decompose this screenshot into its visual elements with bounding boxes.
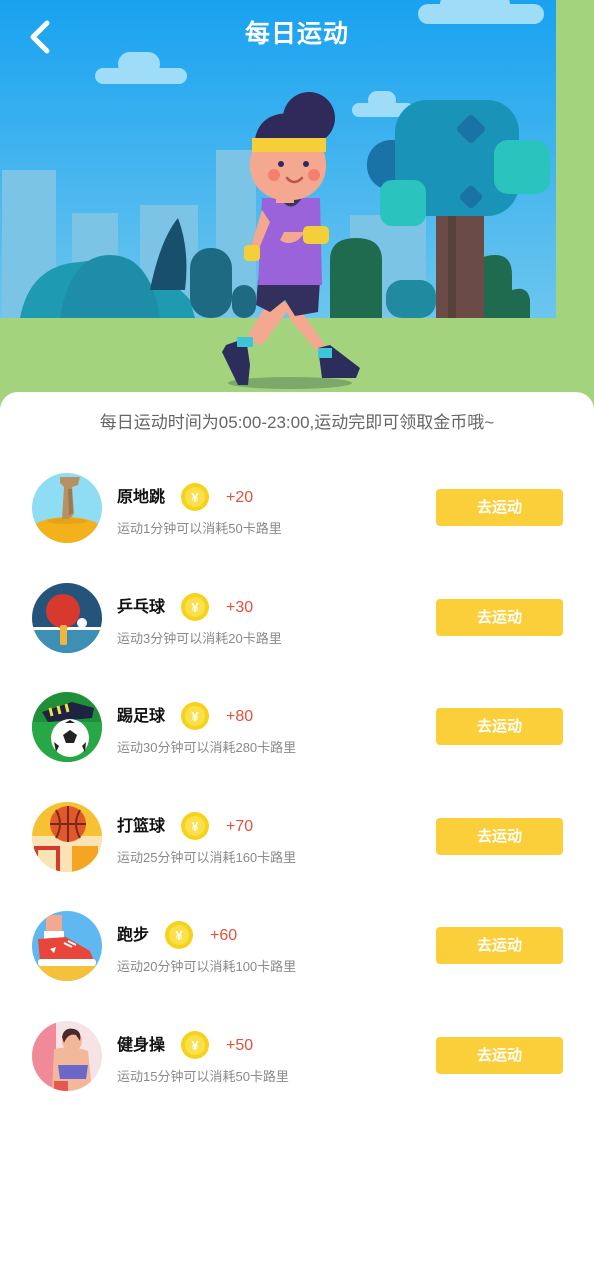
start-exercise-button[interactable]: 去运动 xyxy=(436,489,563,526)
svg-text:¥: ¥ xyxy=(191,709,199,724)
coin-reward: +80 xyxy=(226,708,254,726)
exercise-description: 运动25分钟可以消耗160卡路里 xyxy=(117,849,297,865)
coin-reward: +20 xyxy=(226,489,254,506)
coin-icon: ¥ xyxy=(165,921,193,950)
svg-text:¥: ¥ xyxy=(175,928,183,943)
start-exercise-button[interactable]: 去运动 xyxy=(436,927,563,965)
svg-text:¥: ¥ xyxy=(191,1038,199,1053)
exercise-description: 运动1分钟可以消耗50卡路里 xyxy=(117,521,282,536)
coin-icon: ¥ xyxy=(181,592,209,621)
coin-icon: ¥ xyxy=(181,702,209,731)
list-item: 踢足球 ¥ +80 运动30分钟可以消耗280卡路里 去运动 xyxy=(0,686,594,796)
svg-text:¥: ¥ xyxy=(191,819,199,834)
content-sheet: 每日运动时间为05:00-23:00,运动完即可领取金币哦~ 原地跳 ¥ +20… xyxy=(0,392,594,1280)
soccer-icon xyxy=(32,692,102,763)
list-item: 原地跳 ¥ +20 运动1分钟可以消耗50卡路里 去运动 xyxy=(0,467,594,577)
jump-rope-icon xyxy=(32,473,102,543)
basketball-icon xyxy=(32,801,102,872)
coin-icon: ¥ xyxy=(181,483,209,511)
ping-pong-icon xyxy=(32,582,102,653)
exercise-name: 打篮球 xyxy=(117,817,166,835)
start-exercise-button[interactable]: 去运动 xyxy=(436,598,563,636)
exercise-name: 乒乓球 xyxy=(117,598,166,616)
coin-icon: ¥ xyxy=(181,811,209,840)
exercise-list: 原地跳 ¥ +20 运动1分钟可以消耗50卡路里 去运动 乒乓球 ¥ +30 运… xyxy=(0,467,594,1125)
exercise-name: 踢足球 xyxy=(117,708,166,726)
exercise-name: 原地跳 xyxy=(117,489,166,506)
page-title: 每日运动 xyxy=(244,20,349,48)
exercise-name: 健身操 xyxy=(117,1036,166,1054)
coin-reward: +70 xyxy=(226,817,254,835)
exercise-description: 运动30分钟可以消耗280卡路里 xyxy=(117,740,297,756)
list-item: 跑步 ¥ +60 运动20分钟可以消耗100卡路里 去运动 xyxy=(0,905,594,1015)
exercise-time-notice: 每日运动时间为05:00-23:00,运动完即可领取金币哦~ xyxy=(99,413,495,432)
start-exercise-button[interactable]: 去运动 xyxy=(436,1036,563,1074)
coin-reward: +50 xyxy=(226,1036,254,1054)
exercise-description: 运动20分钟可以消耗100卡路里 xyxy=(117,959,297,975)
list-item: 健身操 ¥ +50 运动15分钟可以消耗50卡路里 去运动 xyxy=(0,1015,594,1125)
list-item: 乒乓球 ¥ +30 运动3分钟可以消耗20卡路里 去运动 xyxy=(0,577,594,687)
start-exercise-button[interactable]: 去运动 xyxy=(436,708,563,746)
start-exercise-button[interactable]: 去运动 xyxy=(436,817,563,855)
running-shoe-icon xyxy=(32,911,102,982)
exercise-name: 跑步 xyxy=(117,927,150,945)
list-item: 打篮球 ¥ +70 运动25分钟可以消耗160卡路里 去运动 xyxy=(0,796,594,906)
exercise-description: 运动15分钟可以消耗50卡路里 xyxy=(117,1068,289,1084)
svg-text:¥: ¥ xyxy=(191,600,199,615)
aerobics-icon xyxy=(32,1020,102,1091)
coin-reward: +30 xyxy=(226,598,254,616)
coin-icon: ¥ xyxy=(181,1030,209,1059)
coin-reward: +60 xyxy=(210,927,238,945)
exercise-description: 运动3分钟可以消耗20卡路里 xyxy=(117,630,282,646)
svg-text:¥: ¥ xyxy=(191,490,199,505)
jogging-illustration xyxy=(0,0,594,410)
hero-banner: 每日运动 xyxy=(0,0,594,410)
